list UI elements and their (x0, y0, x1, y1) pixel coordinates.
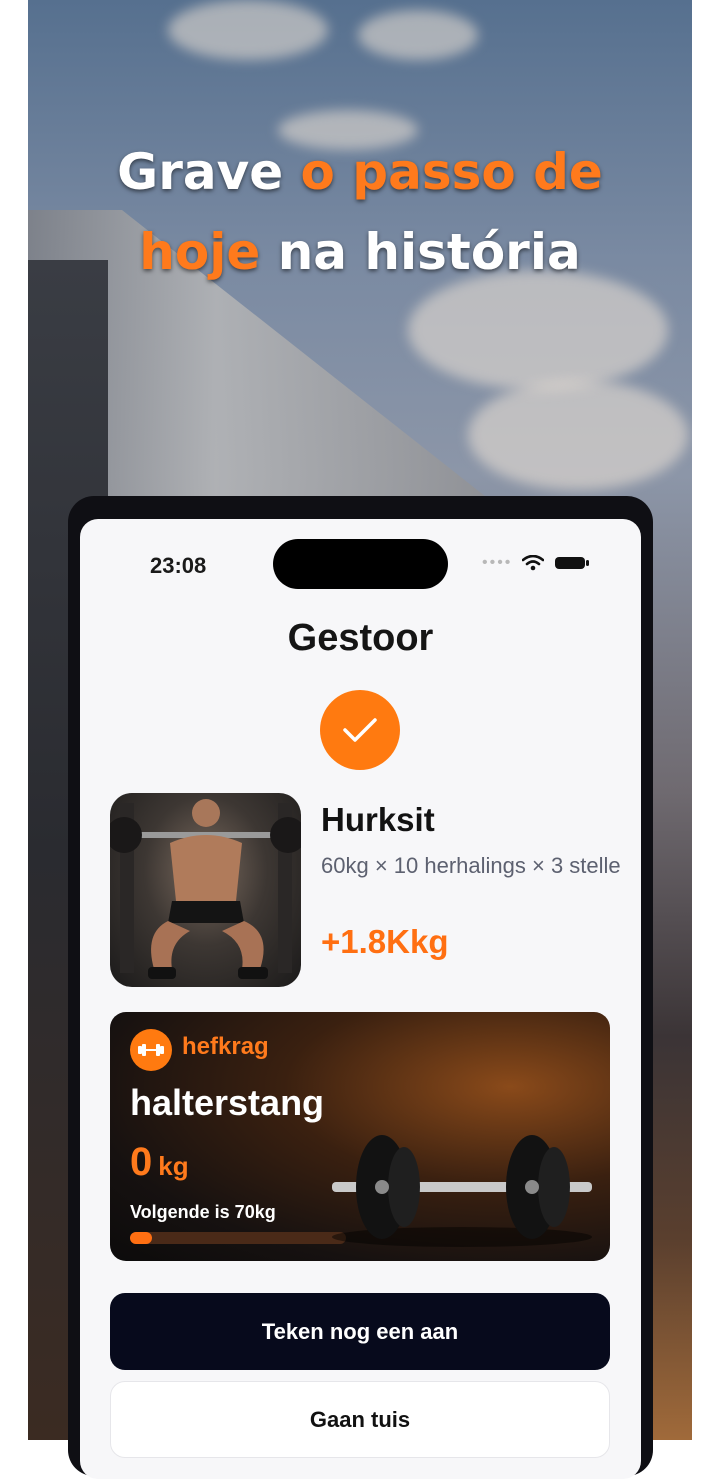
phone-screen: 23:08 •••• Gestoor Hurksit 60kg × 10 her… (80, 519, 641, 1479)
checkmark-icon (343, 718, 377, 742)
lift-badge (130, 1029, 172, 1071)
dynamic-island (273, 539, 448, 589)
barbell-image (332, 1135, 592, 1247)
headline-text: na história (260, 223, 581, 281)
exercise-name: Hurksit (321, 801, 435, 838)
exercise-image (110, 793, 301, 987)
lift-value-number: 0 (130, 1140, 153, 1184)
status-icons: •••• (482, 554, 590, 572)
lift-brand: hefkrag (182, 1033, 269, 1060)
lift-progress-fill (130, 1232, 152, 1244)
lift-name: halterstang (130, 1082, 325, 1123)
battery-icon (555, 557, 590, 569)
lift-next-label: Volgende is 70kg (130, 1202, 276, 1222)
headline-accent-text: hoje (139, 223, 261, 281)
go-home-button[interactable]: Gaan tuis (110, 1381, 610, 1458)
lift-card[interactable]: hefkrag halterstang 0 kg Volgende is 70kg (110, 1012, 610, 1261)
success-check (320, 690, 400, 770)
lift-value-unit: kg (158, 1151, 189, 1181)
exercise-detail: 60kg × 10 herhalings × 3 stelle (321, 853, 621, 878)
sign-another-button[interactable]: Teken nog een aan (110, 1293, 610, 1370)
exercise-gain: +1.8Kkg (321, 923, 449, 960)
lift-value: 0 kg (130, 1140, 189, 1185)
headline-accent-text: o passo de (300, 143, 603, 201)
dumbbell-icon (138, 1044, 164, 1056)
lift-progress-bar (130, 1232, 346, 1244)
signal-icon: •••• (482, 554, 513, 571)
status-time: 23:08 (150, 553, 207, 578)
promo-headline: Grave o passo de hoje na história (0, 132, 720, 292)
headline-text: Grave (117, 143, 301, 201)
page-title: Gestoor (287, 617, 434, 659)
wifi-icon (522, 555, 545, 571)
